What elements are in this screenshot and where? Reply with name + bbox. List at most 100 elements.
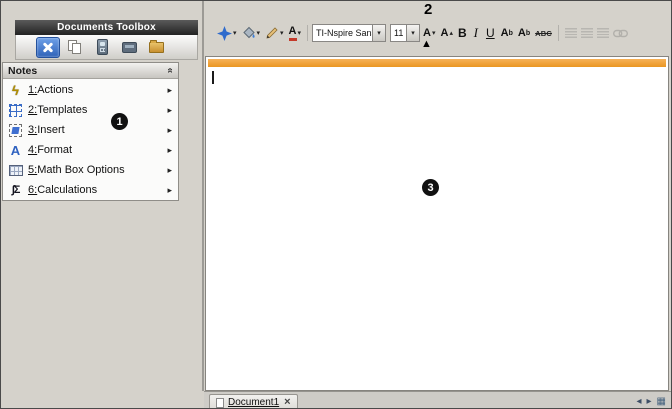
line-color-button[interactable]: ▾	[263, 23, 286, 43]
text-cursor	[212, 71, 214, 84]
fill-color-button[interactable]: ▾	[240, 23, 263, 43]
font-size-dropdown-button[interactable]: ▾	[406, 25, 419, 41]
toolbox-tabstrip	[15, 35, 198, 60]
blue-star-icon	[217, 26, 232, 41]
dropdown-caret-icon: ▾	[280, 30, 284, 37]
notes-panel: Notes » ϟ 1:Actions ▸ 2:Templates ▸ 3:In…	[2, 62, 179, 201]
callout-pointer-icon: ▲	[421, 39, 432, 50]
submenu-arrow-icon: ▸	[167, 105, 172, 116]
font-family-value: TI-Nspire Sans	[313, 28, 372, 38]
templates-grid-icon	[7, 102, 24, 118]
document-page[interactable]	[205, 56, 669, 391]
align-left-icon[interactable]	[565, 28, 577, 38]
underline-button[interactable]: U	[483, 23, 498, 43]
caret-up-icon: ▴	[449, 30, 453, 37]
page-title-bar	[208, 59, 666, 67]
tab-navigation: ◂ ▸ ▦	[636, 397, 666, 407]
italic-button[interactable]: I	[470, 23, 482, 43]
menu-item-label: 5:Math Box Options	[28, 164, 163, 176]
document-page-icon	[216, 398, 224, 408]
pages-icon	[67, 39, 83, 55]
document-tab[interactable]: Document1 ×	[209, 394, 298, 409]
menu-item-label: 4:Format	[28, 144, 163, 156]
menu-item-label: 1:Actions	[28, 84, 163, 96]
alignment-group	[565, 28, 628, 38]
dropdown-caret-icon: ▾	[298, 30, 302, 37]
dropdown-caret-icon: ▾	[257, 30, 261, 37]
tinspire-window: Documents Toolbox Notes » ϟ 1:Actions ▸	[0, 0, 672, 409]
format-letter-icon: A	[7, 142, 24, 158]
notes-menu: ϟ 1:Actions ▸ 2:Templates ▸ 3:Insert ▸ A…	[3, 79, 178, 200]
text-color-letter-icon: A	[289, 25, 297, 40]
toolbar-separator	[558, 25, 559, 41]
submenu-arrow-icon: ▸	[167, 125, 172, 136]
toolbox-title: Documents Toolbox	[57, 22, 156, 33]
link-icon[interactable]	[613, 29, 628, 38]
toolbar-separator	[307, 25, 308, 41]
superscript-mark: b	[509, 30, 513, 37]
submenu-arrow-icon: ▸	[167, 145, 172, 156]
wrench-icon	[41, 40, 55, 54]
close-icon[interactable]: ×	[284, 397, 290, 408]
panel-splitter[interactable]	[202, 1, 204, 391]
pencil-icon	[265, 26, 279, 40]
bold-button[interactable]: B	[456, 23, 469, 43]
prev-page-icon[interactable]: ◂	[636, 397, 641, 407]
tools-button[interactable]: ▾	[215, 23, 239, 43]
strikethrough-button[interactable]: ABC	[533, 23, 554, 43]
font-size-value: 11	[391, 28, 406, 38]
increase-font-label: A	[440, 27, 448, 39]
subscript-button[interactable]: A b	[516, 23, 532, 43]
menu-item-label: 2:Templates	[28, 104, 163, 116]
menu-item-templates[interactable]: 2:Templates ▸	[3, 100, 178, 120]
submenu-arrow-icon: ▸	[167, 85, 172, 96]
callout-2: 2	[424, 1, 432, 18]
integral-sigma-icon: ∫Σ	[7, 182, 24, 198]
menu-item-calculations[interactable]: ∫Σ 6:Calculations ▸	[3, 180, 178, 200]
font-size-select[interactable]: 11 ▾	[390, 24, 420, 42]
tab-document-tools[interactable]	[36, 37, 60, 58]
tab-page-sorter[interactable]	[63, 37, 87, 58]
tab-utilities[interactable]	[144, 37, 168, 58]
drive-icon	[122, 42, 137, 53]
dropdown-caret-icon: ▾	[411, 30, 415, 37]
menu-item-insert[interactable]: 3:Insert ▸	[3, 120, 178, 140]
superscript-button[interactable]: A b	[499, 23, 515, 43]
document-tab-label: Document1	[228, 397, 279, 408]
caret-down-icon: ▾	[432, 30, 436, 37]
dropdown-caret-icon: ▾	[377, 30, 381, 37]
tab-content-explorer[interactable]	[117, 37, 141, 58]
menu-item-label: 6:Calculations	[28, 184, 163, 196]
folder-icon	[149, 42, 164, 53]
superscript-base: A	[501, 27, 509, 39]
menu-item-label: 3:Insert	[28, 124, 163, 136]
next-page-icon[interactable]: ▸	[647, 397, 652, 407]
font-family-select[interactable]: TI-Nspire Sans ▾	[312, 24, 386, 42]
callout-3: 3	[422, 179, 439, 196]
menu-item-math-box-options[interactable]: 5:Math Box Options ▸	[3, 160, 178, 180]
submenu-arrow-icon: ▸	[167, 185, 172, 196]
dropdown-caret-icon: ▾	[233, 30, 237, 37]
document-tabbar: Document1 × ◂ ▸ ▦	[204, 391, 671, 409]
align-center-icon[interactable]	[581, 28, 593, 38]
insert-shape-icon	[7, 122, 24, 138]
align-right-icon[interactable]	[597, 28, 609, 38]
tab-smartview[interactable]	[90, 37, 114, 58]
subscript-base: A	[518, 27, 526, 39]
font-family-dropdown-button[interactable]: ▾	[372, 25, 385, 41]
callout-1: 1	[111, 113, 128, 130]
math-box-grid-icon	[7, 162, 24, 178]
menu-item-actions[interactable]: ϟ 1:Actions ▸	[3, 80, 178, 100]
calculator-icon	[97, 39, 108, 55]
collapse-chevron-icon[interactable]: »	[165, 68, 176, 74]
text-color-button[interactable]: A ▾	[287, 23, 303, 43]
increase-font-button[interactable]: A ▴	[438, 23, 454, 43]
notes-panel-title: Notes	[8, 65, 167, 77]
notes-panel-header[interactable]: Notes »	[3, 63, 178, 79]
lightning-icon: ϟ	[7, 82, 24, 98]
toolbox-header: Documents Toolbox	[15, 20, 198, 35]
menu-item-format[interactable]: A 4:Format ▸	[3, 140, 178, 160]
page-sorter-icon[interactable]: ▦	[657, 397, 666, 407]
subscript-mark: b	[526, 30, 530, 37]
submenu-arrow-icon: ▸	[167, 165, 172, 176]
